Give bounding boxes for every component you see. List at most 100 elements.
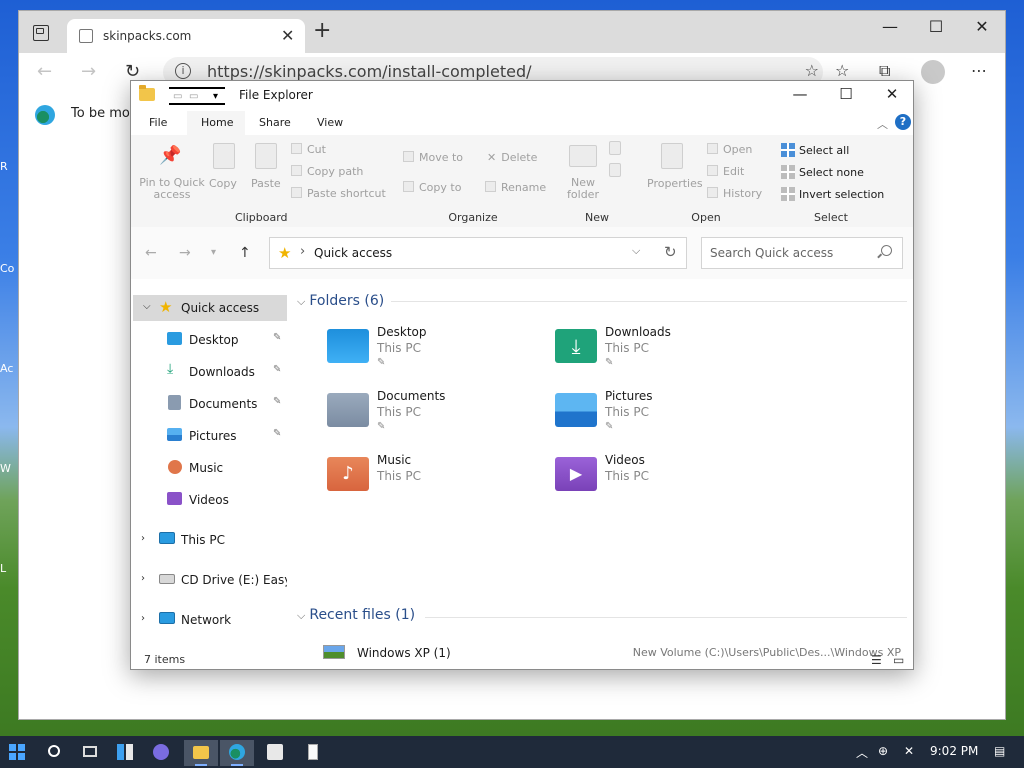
sidebar-item-videos[interactable]: Videos (131, 487, 287, 513)
desktop-icon-label[interactable]: Ac (0, 362, 18, 375)
details-view-icon[interactable]: ☰ (871, 653, 882, 667)
open-button[interactable]: Open (707, 143, 752, 156)
chevron-right-icon[interactable]: › (141, 533, 145, 544)
chevron-right-icon[interactable]: › (141, 573, 145, 584)
edge-taskbar-button[interactable] (220, 740, 254, 766)
pin-quick-access-button[interactable]: Pin to Quick access (137, 177, 207, 201)
back-icon[interactable]: ← (37, 61, 52, 82)
start-button[interactable] (0, 740, 34, 766)
favorite-add-icon[interactable]: ☆ (805, 61, 819, 80)
task-view-button[interactable] (74, 740, 108, 766)
properties-icon[interactable] (661, 143, 683, 169)
forward-icon[interactable]: → (81, 61, 96, 82)
paste-button[interactable]: Paste (251, 177, 281, 190)
delete-button[interactable]: ✕ Delete (487, 151, 537, 164)
new-item-icon[interactable] (609, 141, 621, 155)
breadcrumb-chevron-icon[interactable]: › (300, 244, 305, 259)
minimize-icon[interactable]: — (785, 85, 815, 103)
volume-muted-icon[interactable]: ✕ (904, 744, 914, 758)
paste-icon[interactable] (255, 143, 277, 169)
browser-tab[interactable]: skinpacks.com ✕ (67, 19, 305, 53)
pin-icon[interactable]: 📌 (159, 145, 181, 171)
new-folder-icon[interactable] (569, 145, 597, 167)
url-text[interactable]: https://skinpacks.com/install-completed/ (207, 62, 532, 81)
maximize-icon[interactable]: ☐ (831, 85, 861, 103)
history-button[interactable]: History (707, 187, 762, 200)
folder-tile-videos[interactable]: ▶ Videos This PC (555, 453, 775, 513)
sidebar-item-pictures[interactable]: Pictures ✎ (131, 423, 287, 449)
properties-qat-icon[interactable]: ▭ (173, 91, 182, 102)
copy-path-button[interactable]: Copy path (291, 165, 363, 178)
folder-tile-documents[interactable]: Documents This PC ✎ (327, 389, 547, 449)
easy-access-icon[interactable] (609, 163, 621, 177)
desktop-icon-label[interactable]: R (0, 160, 18, 173)
large-icons-view-icon[interactable]: ▭ (893, 653, 904, 667)
close-window-icon[interactable]: ✕ (967, 17, 997, 36)
folders-section-header[interactable]: ⌵ Folders (6) (297, 293, 384, 309)
new-folder-qat-icon[interactable]: ▭ (189, 91, 198, 102)
language-globe-icon[interactable]: ⊕ (878, 744, 888, 758)
sidebar-item-this-pc[interactable]: › This PC (131, 527, 287, 553)
refresh-icon[interactable]: ↻ (125, 61, 140, 82)
cut-button[interactable]: Cut (291, 143, 326, 156)
sidebar-item-downloads[interactable]: ⤓ Downloads ✎ (131, 359, 287, 385)
chevron-down-icon[interactable]: ⌵ (297, 609, 305, 622)
more-icon[interactable]: ⋯ (971, 61, 987, 80)
file-explorer-taskbar-button[interactable] (184, 740, 218, 766)
search-button[interactable] (38, 740, 72, 766)
desktop-icon-label[interactable]: L (0, 562, 18, 575)
sidebar-item-desktop[interactable]: Desktop ✎ (131, 327, 287, 353)
close-icon[interactable]: ✕ (281, 26, 294, 45)
search-input[interactable]: Search Quick access (701, 237, 903, 269)
recent-locations-icon[interactable]: ▾ (211, 247, 216, 258)
collections-icon[interactable]: ⧉ (879, 61, 890, 81)
widgets-button[interactable] (108, 740, 142, 766)
copy-icon[interactable] (213, 143, 235, 169)
explorer-title-bar[interactable]: ▭ ▭ ▾ File Explorer — ☐ ✕ (131, 81, 913, 111)
help-icon[interactable]: ? (895, 114, 911, 130)
sidebar-item-cd-drive[interactable]: › CD Drive (E:) EasyKM (131, 567, 287, 593)
chevron-down-icon[interactable]: ▾ (213, 91, 218, 102)
new-folder-button[interactable]: New folder (561, 177, 605, 201)
forward-icon[interactable]: → (179, 245, 191, 261)
sidebar-item-music[interactable]: Music (131, 455, 287, 481)
properties-button[interactable]: Properties (647, 177, 703, 190)
tab-actions-icon[interactable] (33, 25, 49, 41)
clock-time[interactable]: 9:02 PM (930, 744, 978, 758)
folder-tile-music[interactable]: ♪ Music This PC (327, 453, 547, 513)
tab-view[interactable]: View (317, 116, 343, 129)
select-none-button[interactable]: Select none (781, 165, 864, 179)
maximize-icon[interactable]: ☐ (921, 17, 951, 36)
tab-file[interactable]: File (149, 116, 167, 129)
desktop-icon-label[interactable]: W (0, 462, 18, 475)
copy-button[interactable]: Copy (209, 177, 237, 190)
sidebar-item-quick-access[interactable]: ⌵ ★ Quick access (133, 295, 287, 321)
copy-to-button[interactable]: Copy to (403, 181, 461, 194)
favorites-icon[interactable]: ☆ (835, 61, 849, 80)
explorer-address-bar[interactable]: ★ › Quick access ⌵ ↻ (269, 237, 687, 269)
notifications-icon[interactable]: ▤ (994, 744, 1005, 758)
rename-button[interactable]: Rename (485, 181, 546, 194)
up-icon[interactable]: ↑ (239, 245, 251, 261)
invert-selection-button[interactable]: Invert selection (781, 187, 884, 201)
tab-home[interactable]: Home (201, 116, 233, 129)
chevron-right-icon[interactable]: › (141, 613, 145, 624)
sidebar-item-network[interactable]: › Network (131, 607, 287, 633)
search-icon[interactable] (881, 245, 892, 256)
chevron-down-icon[interactable]: ⌵ (143, 301, 151, 312)
move-to-button[interactable]: Move to (403, 151, 463, 164)
info-icon[interactable]: i (175, 63, 191, 79)
select-all-button[interactable]: Select all (781, 143, 849, 157)
folder-tile-downloads[interactable]: ⤓ Downloads This PC ✎ (555, 325, 775, 385)
plus-icon[interactable]: + (313, 20, 331, 42)
folder-tile-desktop[interactable]: Desktop This PC ✎ (327, 325, 547, 385)
desktop-icon-label[interactable]: Co (0, 262, 18, 275)
minimize-icon[interactable]: — (875, 17, 905, 36)
store-button[interactable] (258, 740, 292, 766)
breadcrumb-location[interactable]: Quick access (314, 246, 392, 260)
chevron-down-icon[interactable]: ⌵ (632, 244, 640, 258)
back-icon[interactable]: ← (145, 245, 157, 261)
show-hidden-icons-icon[interactable]: ︿ (856, 744, 868, 761)
refresh-icon[interactable]: ↻ (664, 243, 677, 261)
profile-icon[interactable] (921, 60, 945, 84)
